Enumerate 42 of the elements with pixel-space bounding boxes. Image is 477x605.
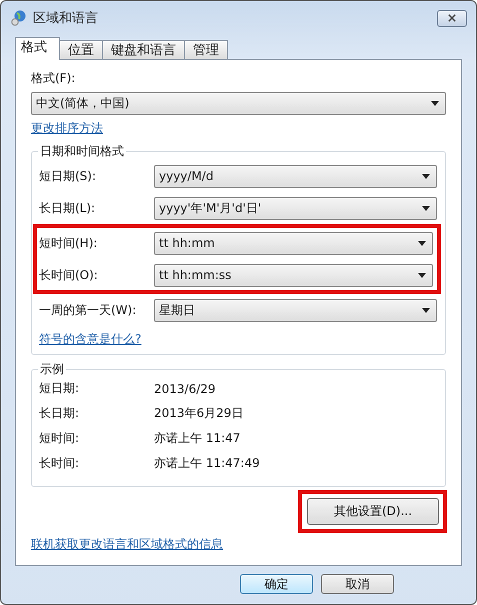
globe-icon	[11, 10, 27, 26]
example-label: 长时间:	[39, 455, 80, 472]
field-label: 一周的第一天(W):	[39, 302, 138, 318]
dropdown[interactable]: 中文(简体，中国)	[31, 92, 446, 115]
close-icon	[447, 14, 457, 22]
tab[interactable]: 管理	[184, 40, 228, 59]
caret-icon	[418, 240, 426, 246]
dialog-button[interactable]: 确定	[240, 574, 313, 594]
window-title: 区域和语言	[33, 10, 98, 27]
group-title: 示例	[38, 362, 66, 376]
dropdown[interactable]: yyyy'年'M'月'd'日'	[154, 196, 437, 220]
example-value: 2013年6月29日	[154, 405, 244, 422]
caret-icon	[422, 308, 430, 312]
caret-icon	[422, 174, 430, 178]
tab[interactable]: 位置	[59, 40, 103, 59]
field-label: 短时间(H):	[39, 234, 98, 252]
group-title: 日期和时间格式	[38, 144, 126, 158]
field-label: 长日期(L):	[39, 200, 96, 216]
example-label: 短日期:	[39, 380, 80, 397]
field-label: 长时间(O):	[39, 266, 99, 284]
link[interactable]: 更改排序方法	[31, 120, 103, 137]
tab[interactable]: 键盘和语言	[102, 40, 185, 59]
field-label: 短日期(S):	[39, 168, 98, 184]
close-button[interactable]	[437, 10, 467, 26]
caret-icon	[418, 272, 426, 278]
example-value: 亦诺上午 11:47:49	[154, 455, 260, 472]
link[interactable]: 符号的含意是什么?	[39, 331, 142, 348]
link[interactable]: 联机获取更改语言和区域格式的信息	[31, 536, 223, 553]
dropdown[interactable]: tt hh:mm	[154, 232, 433, 254]
field-label: 格式(F):	[31, 70, 76, 87]
example-value: 亦诺上午 11:47	[154, 430, 240, 447]
example-value: 2013/6/29	[154, 382, 216, 396]
caret-icon	[422, 206, 430, 210]
dialog-button[interactable]: 取消	[321, 574, 394, 594]
dropdown[interactable]: tt hh:mm:ss	[154, 264, 433, 286]
other-settings-button[interactable]: 其他设置(D)...	[307, 498, 439, 525]
caret-icon	[431, 101, 439, 106]
dropdown[interactable]: 星期日	[154, 298, 437, 322]
tab[interactable]: 格式	[15, 37, 60, 60]
dropdown[interactable]: yyyy/M/d	[154, 164, 437, 188]
example-label: 长日期:	[39, 405, 80, 422]
example-label: 短时间:	[39, 430, 80, 447]
